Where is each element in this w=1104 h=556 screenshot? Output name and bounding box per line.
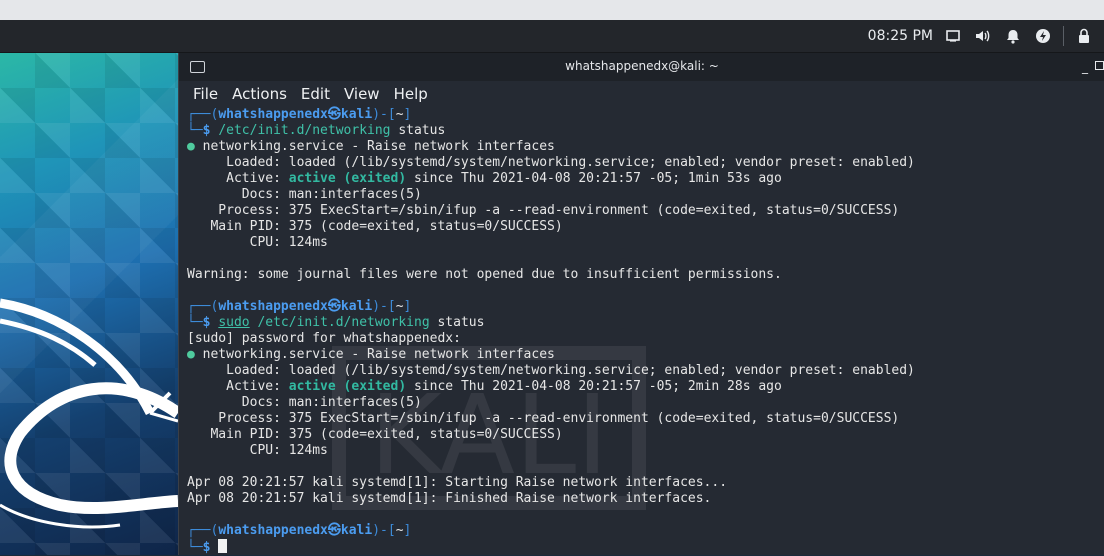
- prompt-line: ┌──(whatshappenedx㉿kali)-[~]: [187, 299, 412, 314]
- browser-top-strip: [0, 0, 1104, 20]
- log-line: Apr 08 20:21:57 kali systemd[1]: Finishe…: [187, 491, 712, 506]
- main-pid-line: Main PID: 375 (code=exited, status=0/SUC…: [187, 427, 563, 442]
- command-line: └─$ sudo /etc/init.d/networking status: [187, 315, 485, 330]
- bell-icon[interactable]: [1003, 26, 1023, 46]
- prompt-line: ┌──(whatshappenedx㉿kali)-[~]: [187, 523, 412, 538]
- top-panel: 08:25 PM: [0, 20, 1104, 53]
- menu-edit[interactable]: Edit: [301, 85, 330, 103]
- maximize-button[interactable]: [1095, 60, 1104, 72]
- terminal-output[interactable]: ┌──(whatshappenedx㉿kali)-[~] └─$ /etc/in…: [179, 107, 1104, 555]
- loaded-line: Loaded: loaded (/lib/systemd/system/netw…: [187, 155, 915, 170]
- process-line: Process: 375 ExecStart=/sbin/ifup -a --r…: [187, 411, 900, 426]
- window-icon[interactable]: [943, 26, 963, 46]
- command-line: └─$ /etc/init.d/networking status: [187, 123, 446, 138]
- menu-actions[interactable]: Actions: [232, 85, 287, 103]
- terminal-titlebar[interactable]: whatshappenedx@kali: ~ _: [179, 53, 1104, 81]
- sudo-password-line: [sudo] password for whatshappenedx:: [187, 331, 461, 346]
- cpu-line: CPU: 124ms: [187, 235, 328, 250]
- prompt-line: ┌──(whatshappenedx㉿kali)-[~]: [187, 107, 412, 122]
- system-tray: 08:25 PM: [868, 20, 1104, 52]
- main-pid-line: Main PID: 375 (code=exited, status=0/SUC…: [187, 219, 563, 234]
- menu-help[interactable]: Help: [394, 85, 428, 103]
- service-line: ● networking.service - Raise network int…: [187, 347, 555, 362]
- lock-icon[interactable]: [1074, 26, 1094, 46]
- cpu-line: CPU: 124ms: [187, 443, 328, 458]
- minimize-button[interactable]: _: [1082, 61, 1088, 73]
- service-line: ● networking.service - Raise network int…: [187, 139, 555, 154]
- desktop-wallpaper: [0, 53, 178, 555]
- text-cursor: [218, 539, 228, 553]
- loaded-line: Loaded: loaded (/lib/systemd/system/netw…: [187, 363, 915, 378]
- active-line: Active: active (exited) since Thu 2021-0…: [187, 379, 782, 394]
- window-title: whatshappenedx@kali: ~: [565, 59, 719, 73]
- process-line: Process: 375 ExecStart=/sbin/ifup -a --r…: [187, 203, 900, 218]
- input-line[interactable]: └─$: [187, 539, 1104, 555]
- menu-view[interactable]: View: [344, 85, 380, 103]
- volume-icon[interactable]: [973, 26, 993, 46]
- docs-line: Docs: man:interfaces(5): [187, 395, 422, 410]
- docs-line: Docs: man:interfaces(5): [187, 187, 422, 202]
- warning-line: Warning: some journal files were not ope…: [187, 267, 782, 282]
- kali-dragon-logo: [0, 298, 178, 529]
- log-line: Apr 08 20:21:57 kali systemd[1]: Startin…: [187, 475, 728, 490]
- clock[interactable]: 08:25 PM: [868, 28, 933, 44]
- terminal-window[interactable]: whatshappenedx@kali: ~ _ File Actions Ed…: [178, 53, 1104, 555]
- power-icon[interactable]: [1033, 26, 1053, 46]
- tray-separator: [1063, 26, 1064, 46]
- menu-file[interactable]: File: [193, 85, 218, 103]
- terminal-menubar: File Actions Edit View Help: [179, 81, 1104, 107]
- active-line: Active: active (exited) since Thu 2021-0…: [187, 171, 782, 186]
